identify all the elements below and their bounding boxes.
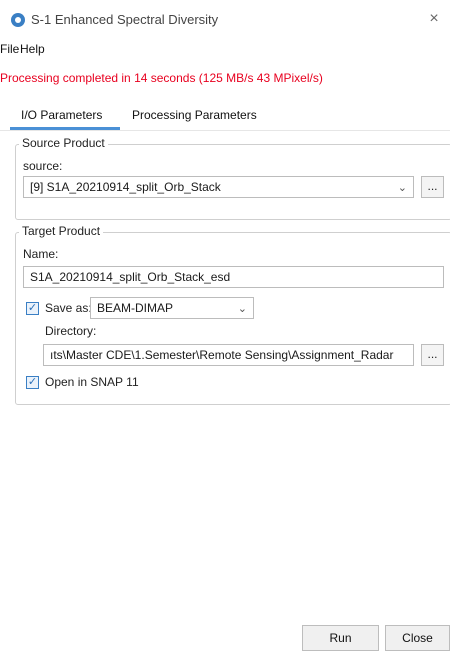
format-select-value: BEAM-DIMAP	[97, 301, 174, 315]
tab-io-parameters[interactable]: I/O Parameters	[21, 108, 102, 122]
open-in-snap-checkbox[interactable]: ✓	[26, 376, 39, 389]
menu-file[interactable]: File	[0, 42, 19, 56]
target-name-field[interactable]: S1A_20210914_split_Orb_Stack_esd	[23, 266, 444, 288]
source-browse-button[interactable]: ...	[421, 176, 444, 198]
menu-help[interactable]: Help	[20, 42, 45, 56]
source-select[interactable]: [9] S1A_20210914_split_Orb_Stack ⌄	[23, 176, 414, 198]
format-select[interactable]: BEAM-DIMAP ⌄	[90, 297, 254, 319]
chevron-down-icon: ⌄	[237, 303, 247, 315]
close-button[interactable]: Close	[385, 625, 450, 651]
window-title: S-1 Enhanced Spectral Diversity	[31, 12, 219, 27]
run-button[interactable]: Run	[302, 625, 379, 651]
directory-field[interactable]: ıts\Master CDE\1.Semester\Remote Sensing…	[43, 344, 414, 366]
close-icon[interactable]: ×	[424, 9, 444, 29]
save-as-label: Save as:	[45, 301, 92, 315]
directory-browse-button[interactable]: ...	[421, 344, 444, 366]
tab-bar: I/O Parameters Processing Parameters	[0, 100, 450, 130]
status-message: Processing completed in 14 seconds (125 …	[0, 71, 323, 85]
chevron-down-icon: ⌄	[397, 182, 407, 194]
name-label: Name:	[23, 247, 59, 261]
source-label: source:	[23, 159, 63, 173]
menu-bar: File Help	[0, 38, 450, 60]
save-as-checkbox[interactable]: ✓	[26, 302, 39, 315]
open-in-snap-label: Open in SNAP 11	[45, 375, 139, 389]
tab-separator	[0, 130, 450, 131]
directory-label: Directory:	[45, 324, 97, 338]
source-product-title: Source Product	[19, 136, 108, 150]
title-bar: S-1 Enhanced Spectral Diversity ×	[0, 0, 450, 36]
target-product-title: Target Product	[19, 224, 104, 238]
tab-processing-parameters[interactable]: Processing Parameters	[132, 108, 257, 122]
app-icon	[11, 13, 25, 27]
source-select-value: [9] S1A_20210914_split_Orb_Stack	[30, 180, 221, 194]
